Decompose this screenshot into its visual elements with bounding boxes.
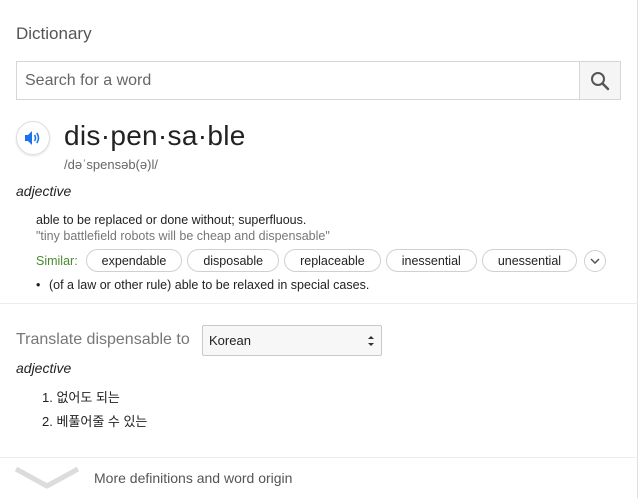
similar-chip-expendable[interactable]: expendable <box>85 249 183 272</box>
divider <box>0 303 638 304</box>
similar-chip-replaceable[interactable]: replaceable <box>284 249 381 272</box>
pronunciation-button[interactable] <box>16 121 50 155</box>
search-input[interactable] <box>17 62 579 99</box>
similar-label: Similar: <box>36 253 78 268</box>
definition-2: (of a law or other rule) able to be rela… <box>49 278 370 292</box>
similar-words-row: Similar: expendable disposable replaceab… <box>36 248 607 273</box>
similar-chip-inessential[interactable]: inessential <box>385 249 477 272</box>
translate-label: Translate dispensable to <box>16 331 190 348</box>
bullet: • <box>36 278 41 292</box>
similar-chip-disposable[interactable]: disposable <box>187 249 280 272</box>
speaker-icon <box>25 131 40 145</box>
dictionary-card: Dictionary dis·pen·sa·ble /dəˈspensəb(ə)… <box>0 0 638 498</box>
translation-item-1: 1. 없어도 되는 <box>42 390 120 405</box>
more-definitions-link[interactable]: More definitions and word origin <box>94 470 292 486</box>
translation-item-2: 2. 베풀어줄 수 있는 <box>42 414 148 429</box>
search-icon <box>591 71 610 90</box>
chevron-down-icon <box>590 257 600 264</box>
dictionary-title: Dictionary <box>16 24 92 43</box>
language-select-value: Korean <box>209 333 251 348</box>
phonetic: /dəˈspensəb(ə)l/ <box>64 157 158 172</box>
example-1: "tiny battlefield robots will be cheap a… <box>36 229 330 243</box>
headword: dis·pen·sa·ble <box>64 120 246 151</box>
chevron-down-icon <box>14 466 80 489</box>
part-of-speech: adjective <box>16 183 72 199</box>
language-select[interactable]: Korean <box>202 325 382 356</box>
search-box <box>16 61 621 100</box>
similar-chip-unessential[interactable]: unessential <box>481 249 578 272</box>
select-arrows-icon <box>368 336 374 346</box>
search-button[interactable] <box>579 62 620 99</box>
expand-more-button[interactable] <box>14 466 80 495</box>
definition-1: able to be replaced or done without; sup… <box>36 213 307 227</box>
divider <box>0 457 638 458</box>
definition-2-item: • (of a law or other rule) able to be re… <box>36 278 369 292</box>
translation-part-of-speech: adjective <box>16 360 72 376</box>
more-similar-button[interactable] <box>584 249 607 272</box>
